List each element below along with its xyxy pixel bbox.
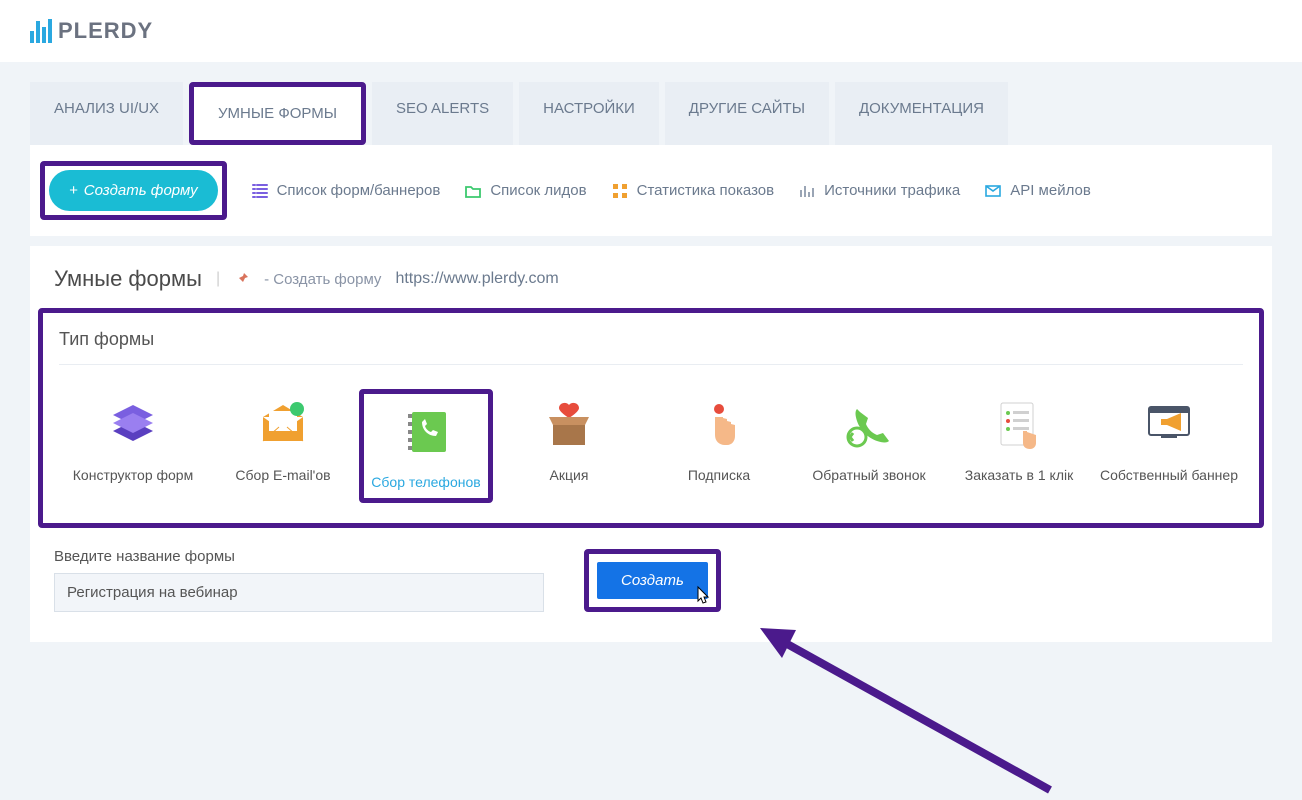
type-subscribe[interactable]: Подписка bbox=[645, 389, 793, 503]
logo-text: PLERDY bbox=[58, 18, 153, 44]
type-constructor[interactable]: Конструктор форм bbox=[59, 389, 207, 503]
tab-docs[interactable]: ДОКУМЕНТАЦИЯ bbox=[835, 82, 1008, 145]
form-type-title: Тип формы bbox=[59, 323, 1243, 365]
list-icon bbox=[251, 182, 269, 200]
tab-analysis[interactable]: АНАЛИЗ UI/UX bbox=[30, 82, 183, 145]
form-name-input[interactable] bbox=[54, 573, 544, 612]
chart-icon bbox=[798, 182, 816, 200]
type-phone[interactable]: Сбор телефонов bbox=[366, 396, 486, 496]
toolbar-item-label: Статистика показов bbox=[637, 182, 775, 199]
highlight-create-form: + Создать форму bbox=[40, 161, 227, 220]
header: PLERDY bbox=[0, 0, 1302, 62]
type-label: Заказать в 1 клік bbox=[949, 467, 1089, 483]
toolbar-api-mail[interactable]: API мейлов bbox=[984, 182, 1091, 200]
click-hand-icon bbox=[689, 395, 749, 455]
type-email[interactable]: Сбор E-mail'ов bbox=[209, 389, 357, 503]
separator: | bbox=[216, 270, 220, 288]
type-label: Подписка bbox=[649, 467, 789, 483]
type-label: Сбор телефонов bbox=[370, 474, 482, 490]
type-label: Сбор E-mail'ов bbox=[213, 467, 353, 483]
type-label: Акция bbox=[499, 467, 639, 483]
toolbar: + Создать форму Список форм/баннеров Спи… bbox=[30, 145, 1272, 236]
highlight-tab: УМНЫЕ ФОРМЫ bbox=[189, 82, 366, 145]
toolbar-item-label: Список форм/баннеров bbox=[277, 182, 441, 199]
form-name-area: Введите название формы Создать bbox=[34, 528, 1268, 612]
toolbar-forms-list[interactable]: Список форм/баннеров bbox=[251, 182, 441, 200]
box-heart-icon bbox=[539, 395, 599, 455]
toolbar-item-label: API мейлов bbox=[1010, 182, 1091, 199]
toolbar-leads-list[interactable]: Список лидов bbox=[464, 182, 586, 200]
toolbar-item-label: Список лидов bbox=[490, 182, 586, 199]
main-tabs: АНАЛИЗ UI/UX УМНЫЕ ФОРМЫ SEO ALERTS НАСТ… bbox=[30, 82, 1272, 145]
envelope-icon bbox=[253, 395, 313, 455]
toolbar-traffic[interactable]: Источники трафика bbox=[798, 182, 960, 200]
toolbar-item-label: Источники трафика bbox=[824, 182, 960, 199]
form-type-grid: Конструктор форм Сбор E-mail'ов Сбор тел… bbox=[59, 389, 1243, 503]
form-type-section: Тип формы Конструктор форм Сбор E-mail'о… bbox=[38, 308, 1264, 528]
type-promo[interactable]: Акция bbox=[495, 389, 643, 503]
create-form-label: Создать форму bbox=[84, 182, 198, 199]
page-title: Умные формы bbox=[54, 266, 202, 292]
create-button-label: Создать bbox=[621, 572, 684, 589]
page-area: Умные формы | - Создать форму https://ww… bbox=[30, 246, 1272, 642]
folder-icon bbox=[464, 182, 482, 200]
logo[interactable]: PLERDY bbox=[30, 18, 1272, 44]
callback-icon bbox=[839, 395, 899, 455]
annotation-arrow bbox=[760, 620, 1060, 800]
breadcrumb: - Создать форму bbox=[264, 271, 381, 288]
type-order-1click[interactable]: Заказать в 1 клік bbox=[945, 389, 1093, 503]
tab-seo-alerts[interactable]: SEO ALERTS bbox=[372, 82, 513, 145]
pin-icon bbox=[234, 271, 250, 287]
toolbar-stats[interactable]: Статистика показов bbox=[611, 182, 775, 200]
create-form-button[interactable]: + Создать форму bbox=[49, 170, 218, 211]
page-url: https://www.plerdy.com bbox=[395, 270, 558, 288]
layers-icon bbox=[103, 395, 163, 455]
tab-other-sites[interactable]: ДРУГИЕ САЙТЫ bbox=[665, 82, 829, 145]
create-button[interactable]: Создать bbox=[597, 562, 708, 599]
type-label: Конструктор форм bbox=[63, 467, 203, 483]
page-header: Умные формы | - Создать форму https://ww… bbox=[34, 266, 1268, 308]
megaphone-screen-icon bbox=[1139, 395, 1199, 455]
checklist-icon bbox=[989, 395, 1049, 455]
highlight-type-phone: Сбор телефонов bbox=[359, 389, 493, 503]
type-label: Обратный звонок bbox=[799, 467, 939, 483]
type-callback[interactable]: Обратный звонок bbox=[795, 389, 943, 503]
logo-icon bbox=[30, 19, 52, 43]
type-label: Собственный баннер bbox=[1099, 467, 1239, 483]
mail-icon bbox=[984, 182, 1002, 200]
grid-icon bbox=[611, 182, 629, 200]
tab-smart-forms[interactable]: УМНЫЕ ФОРМЫ bbox=[194, 87, 361, 140]
tab-settings[interactable]: НАСТРОЙКИ bbox=[519, 82, 659, 145]
form-name-label: Введите название формы bbox=[54, 548, 544, 565]
phonebook-icon bbox=[396, 402, 456, 462]
highlight-create-button: Создать bbox=[584, 549, 721, 612]
type-own-banner[interactable]: Собственный баннер bbox=[1095, 389, 1243, 503]
cursor-icon bbox=[696, 585, 714, 605]
plus-icon: + bbox=[69, 182, 78, 199]
